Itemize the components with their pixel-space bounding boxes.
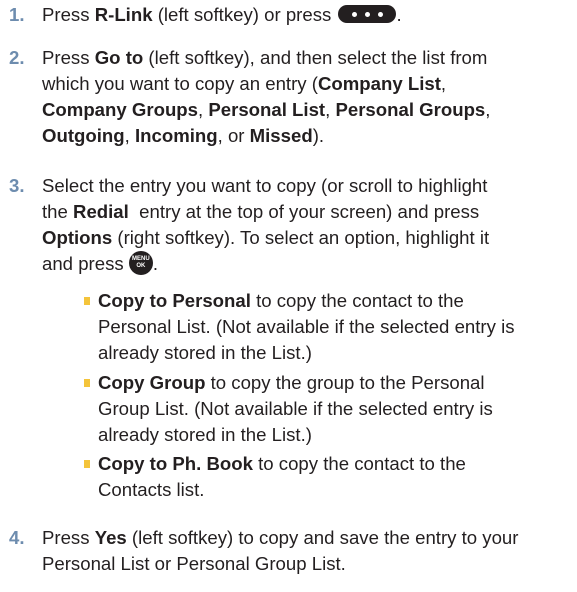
list-name: Missed	[249, 125, 313, 146]
text-run: .	[396, 4, 402, 25]
bullet-icon	[84, 297, 90, 305]
text-line: Options (right softkey). To select an op…	[42, 225, 577, 251]
bullet-icon	[84, 379, 90, 387]
option-name: Copy to Ph. Book	[98, 453, 253, 474]
text-line: Copy to Personal to copy the contact to …	[98, 288, 577, 314]
step-number: 3.	[9, 175, 25, 196]
text-run: Press	[42, 47, 95, 68]
list-name: Company List	[317, 73, 441, 94]
text-run: ,	[440, 73, 447, 94]
list-name: Personal Groups	[335, 99, 486, 120]
text-line: Contacts list.	[98, 479, 205, 500]
text-line: Select the entry you want to copy (or sc…	[42, 175, 488, 196]
text-run: ).	[312, 125, 325, 146]
text-line: Outgoing, Incoming, or Missed).	[42, 123, 577, 149]
list-name: Incoming	[134, 125, 218, 146]
option-text: Copy to Personal to copy the contact to …	[98, 288, 577, 366]
key-name: Options	[42, 227, 113, 248]
step-number: 4.	[9, 527, 25, 548]
text-run: to copy the contact to the	[252, 453, 466, 474]
text-line: Press Go to (left softkey), and then sel…	[42, 45, 577, 71]
text-line: the Redial entry at the top of your scre…	[42, 199, 577, 225]
text-line: Copy to Ph. Book to copy the contact to …	[98, 451, 577, 477]
text-run: ,	[198, 99, 209, 120]
key-name: Go to	[94, 47, 144, 68]
list-name: Personal List	[208, 99, 326, 120]
key-name: Yes	[94, 527, 127, 548]
text-run: , or	[217, 125, 250, 146]
instruction-page: 1. Press R-Link (left softkey) or press …	[0, 0, 577, 592]
text-line: which you want to copy an entry (Company…	[42, 71, 577, 97]
step-text: Press R-Link (left softkey) or press .	[42, 2, 577, 28]
text-line: already stored in the List.)	[98, 342, 312, 363]
text-run: ,	[485, 99, 491, 120]
text-run: and press	[42, 253, 129, 274]
menu-ok-key-icon: MENU OK	[128, 251, 153, 276]
step-number: 2.	[9, 47, 25, 68]
text-line: already stored in the List.)	[98, 424, 312, 445]
text-run: entry at the top of your screen) and pre…	[128, 201, 480, 222]
option-name: Copy Group	[98, 372, 206, 393]
text-line: Personal List. (Not available if the sel…	[98, 316, 515, 337]
step-text: Press Go to (left softkey), and then sel…	[42, 45, 577, 149]
key-name: R-Link	[94, 4, 153, 25]
bullet-icon	[84, 460, 90, 468]
step-text: Select the entry you want to copy (or sc…	[42, 173, 577, 277]
text-line: and press MENU OK.	[42, 251, 577, 277]
text-run: (left softkey) or press	[152, 4, 337, 25]
list-name: Outgoing	[42, 125, 125, 146]
text-run: (left softkey), and then select the list…	[143, 47, 488, 68]
text-line: Press Yes (left softkey) to copy and sav…	[42, 525, 577, 551]
text-run: (right softkey). To select an option, hi…	[112, 227, 490, 248]
text-run: Press	[42, 4, 95, 25]
option-text: Copy to Ph. Book to copy the contact to …	[98, 451, 577, 503]
ok-key-label: OK	[136, 263, 146, 270]
text-run: .	[152, 253, 158, 274]
text-line: Company Groups, Personal List, Personal …	[42, 97, 577, 123]
text-run: ,	[124, 125, 135, 146]
option-name: Copy to Personal	[98, 290, 251, 311]
text-run: the	[42, 201, 74, 222]
text-line: Copy Group to copy the group to the Pers…	[98, 370, 577, 396]
menu-key-label: MENU	[131, 256, 150, 263]
step-number: 1.	[9, 4, 25, 25]
more-key-icon	[338, 5, 397, 24]
text-line: Group List. (Not available if the select…	[98, 398, 493, 419]
entry-name: Redial	[73, 201, 129, 222]
option-text: Copy Group to copy the group to the Pers…	[98, 370, 577, 448]
text-run: Press	[42, 527, 95, 548]
text-run: to copy the contact to the	[250, 290, 464, 311]
text-run: (left softkey) to copy and save the entr…	[126, 527, 519, 548]
step-text: Press Yes (left softkey) to copy and sav…	[42, 525, 577, 577]
text-run: to copy the group to the Personal	[205, 372, 485, 393]
text-run: which you want to copy an entry (	[42, 73, 318, 94]
text-run: ,	[325, 99, 336, 120]
list-name: Company Groups	[42, 99, 198, 120]
text-line: Personal List or Personal Group List.	[42, 553, 346, 574]
